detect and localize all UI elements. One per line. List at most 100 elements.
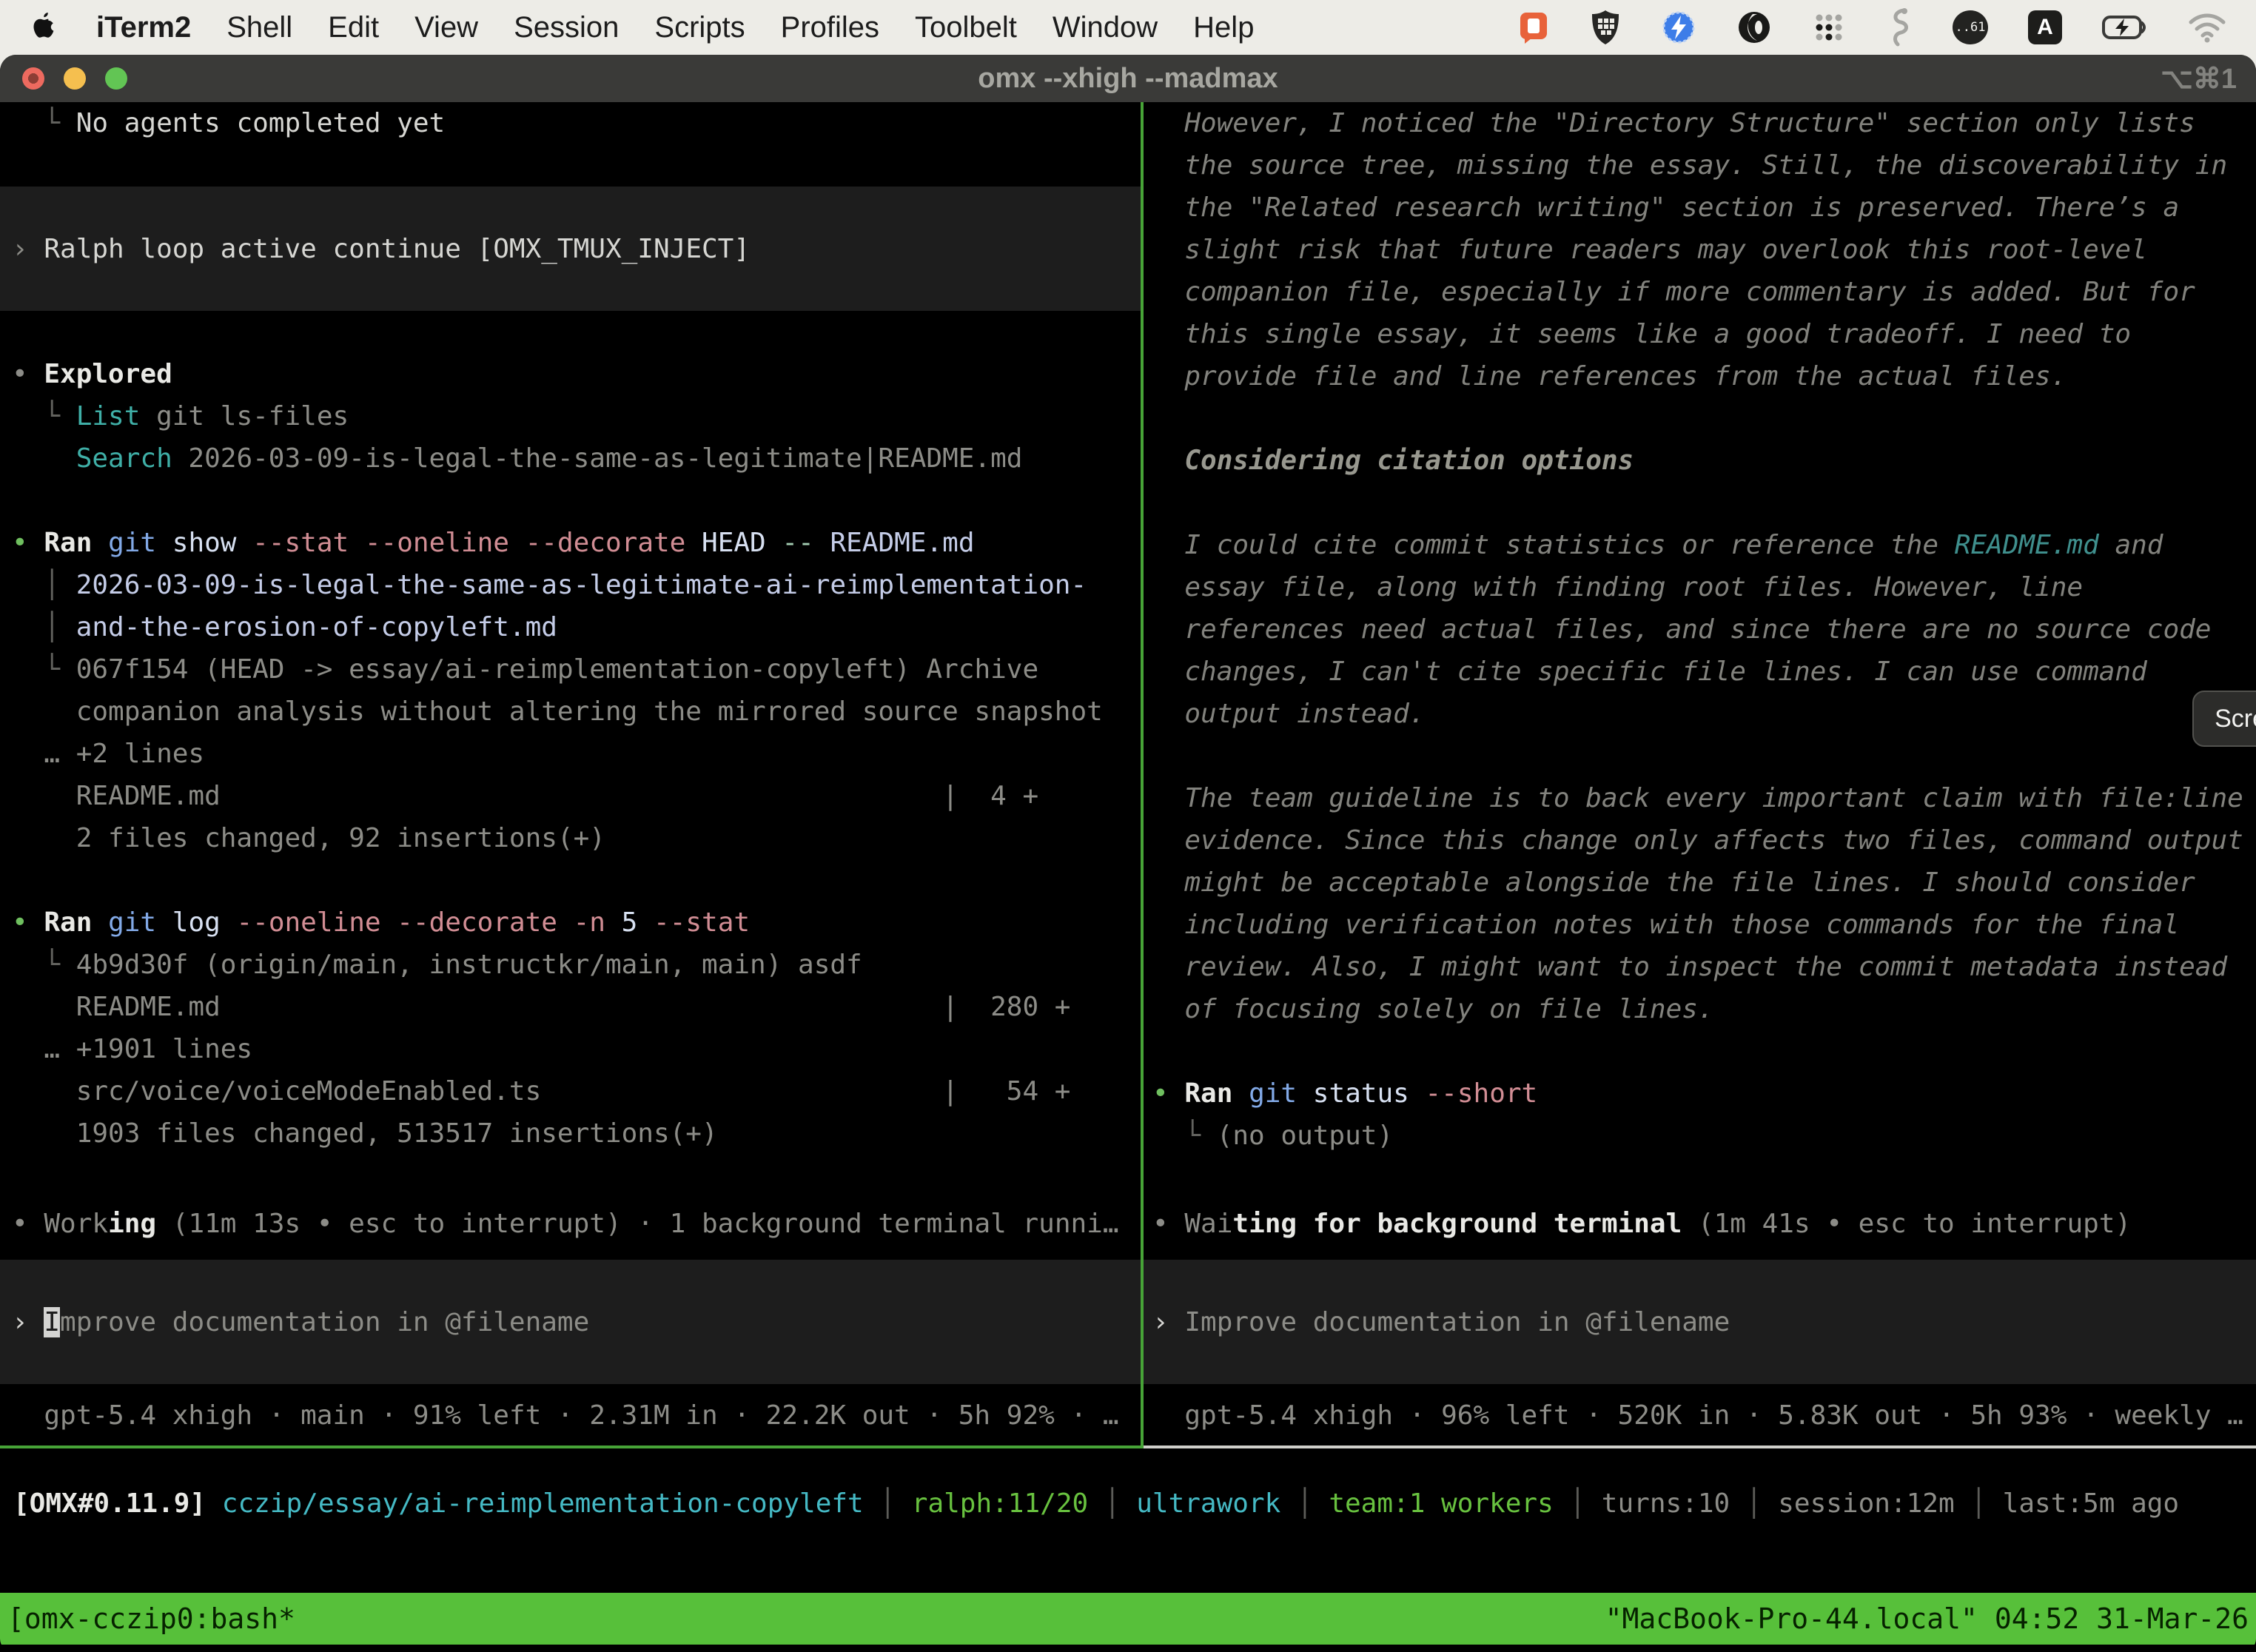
terminal-row: essay file, along with finding root file… [1144,566,2256,608]
terminal-row: including verification notes with those … [1144,904,2256,946]
screenshot-icon[interactable] [1517,10,1550,45]
terminal-row: └ (no output) [1144,1115,2256,1157]
bolt-badge-icon[interactable] [1661,10,1696,45]
terminal-row: … +2 lines [0,733,1141,775]
terminal-row: • Ran git status --short [1144,1072,2256,1115]
terminal-row: README.md | 4 + [0,775,1141,817]
terminal-row [1144,397,2256,440]
terminal-row: • Ran git show --stat --oneline --decora… [0,522,1141,564]
tmux-host-clock: "MacBook-Pro-44.local" 04:52 31-Mar-26 [1605,1602,2249,1635]
menu-item-help[interactable]: Help [1193,11,1254,44]
iterm-window: omx --xhigh --madmax ⌥⌘1 └ No agents com… [0,55,2256,1652]
terminal-row: Considering citation options [1144,440,2256,482]
terminal-row: companion analysis without altering the … [0,691,1141,733]
menu-item-profiles[interactable]: Profiles [781,11,879,44]
title-bar: omx --xhigh --madmax ⌥⌘1 [0,55,2256,102]
terminal-row: The team guideline is to back every impo… [1144,777,2256,819]
left-pane[interactable]: └ No agents completed yet › Ralph loop a… [0,102,1141,1446]
terminal-row: • Working (11m 13s • esc to interrupt) ·… [0,1203,1141,1245]
right-pane[interactable]: However, I noticed the "Directory Struct… [1144,102,2256,1446]
terminal-row: might be acceptable alongside the file l… [1144,862,2256,904]
dots-grid-icon[interactable] [1812,10,1846,44]
terminal-row: • Waiting for background terminal (1m 41… [1144,1203,2256,1245]
screen-tooltip-label: Scre [2215,705,2256,733]
terminal-row [0,480,1141,522]
right-pane-output: However, I noticed the "Directory Struct… [1144,102,2256,1157]
terminal-row: │ and-the-erosion-of-copyleft.md [0,606,1141,648]
status-icons: ..61 A [1517,7,2226,47]
terminal-row: However, I noticed the "Directory Struct… [1144,102,2256,144]
omx-status-bar: [OMX#0.11.9] cczip/essay/ai-reimplementa… [0,1448,2256,1525]
input-source-label: A [2037,15,2053,40]
terminal-row: 2 files changed, 92 insertions(+) [0,817,1141,859]
menu-item-scripts[interactable]: Scripts [654,11,745,44]
menu-item-shell[interactable]: Shell [226,11,292,44]
terminal-row: output instead. [1144,693,2256,735]
terminal-row [1144,482,2256,524]
input-source-icon[interactable]: A [2028,10,2062,44]
battery-icon[interactable] [2102,11,2148,44]
terminal-row: … +1901 lines [0,1028,1141,1070]
terminal-row: └ List git ls-files [0,395,1141,437]
menu-item-view[interactable]: View [414,11,478,44]
terminal-row [1144,1030,2256,1072]
tmux-status-bar: [omx-cczip0:bash* "MacBook-Pro-44.local"… [0,1593,2256,1645]
terminal-row: └ 067f154 (HEAD -> essay/ai-reimplementa… [0,648,1141,691]
terminal-row: of focusing solely on file lines. [1144,988,2256,1030]
coin-badge-label: ..61 [1955,20,1986,35]
terminal-row: • Ran git log --oneline --decorate -n 5 … [0,901,1141,944]
window-title: omx --xhigh --madmax [0,63,2256,95]
terminal-row: evidence. Since this change only affects… [1144,819,2256,862]
terminal-row: this single essay, it seems like a good … [1144,313,2256,355]
terminal-row: companion file, especially if more comme… [1144,271,2256,313]
terminal-area: └ No agents completed yet › Ralph loop a… [0,102,2256,1446]
prompt-input[interactable]: › Improve documentation in @filename [1144,1260,2256,1384]
active-pane-border [0,1446,1144,1448]
menu-item-app[interactable]: iTerm2 [96,11,191,44]
menu-item-edit[interactable]: Edit [328,11,379,44]
terminal-row: › Ralph loop active continue [OMX_TMUX_I… [0,228,1141,270]
terminal-row: changes, I can't cite specific file line… [1144,651,2256,693]
terminal-row: provide file and line references from th… [1144,355,2256,397]
screen-tooltip: Scre [2192,691,2256,747]
screen: iTerm2 Shell Edit View Session Scripts P… [0,0,2256,55]
apple-menu-icon[interactable] [30,11,59,44]
terminal-row: └ No agents completed yet [0,102,1141,144]
terminal-row: • Explored [0,353,1141,395]
coin-badge-icon[interactable]: ..61 [1953,10,1988,44]
terminal-row: └ 4b9d30f (origin/main, instructkr/main,… [0,944,1141,986]
terminal-row: src/voice/voiceModeEnabled.ts | 54 + [0,1070,1141,1112]
terminal-row: › Improve documentation in @filename [0,1301,1141,1343]
wifi-icon[interactable] [2188,12,2226,43]
terminal-row [0,859,1141,901]
terminal-row: gpt-5.4 xhigh · main · 91% left · 2.31M … [0,1394,1141,1437]
menu-item-session[interactable]: Session [514,11,619,44]
terminal-row: Search 2026-03-09-is-legal-the-same-as-l… [0,437,1141,480]
terminal-row: I could cite commit statistics or refere… [1144,524,2256,566]
terminal-row: references need actual files, and since … [1144,608,2256,651]
shield-grid-icon[interactable] [1590,9,1621,46]
terminal-row: the source tree, missing the essay. Stil… [1144,144,2256,187]
terminal-row: gpt-5.4 xhigh · 96% left · 520K in · 5.8… [1144,1394,2256,1437]
pane-bottom-border [0,1446,2256,1448]
terminal-row: slight risk that future readers may over… [1144,229,2256,271]
left-pane-bottom: • Working (11m 13s • esc to interrupt) ·… [0,1203,1141,1446]
prompt-input[interactable]: › Improve documentation in @filename [0,1260,1141,1384]
left-pane-output: └ No agents completed yet › Ralph loop a… [0,102,1141,1155]
squiggle-icon[interactable] [1886,7,1913,47]
prompt-input[interactable]: › Ralph loop active continue [OMX_TMUX_I… [0,187,1141,311]
terminal-row [0,144,1141,187]
menu-item-window[interactable]: Window [1053,11,1158,44]
terminal-row: the "Related research writing" section i… [1144,187,2256,229]
menu-item-toolbelt[interactable]: Toolbelt [915,11,1017,44]
tmux-session-label[interactable]: [omx-cczip0:bash* [7,1602,295,1635]
terminal-row: 1903 files changed, 513517 insertions(+) [0,1112,1141,1155]
terminal-row: README.md | 280 + [0,986,1141,1028]
terminal-row: review. Also, I might want to inspect th… [1144,946,2256,988]
right-pane-bottom: • Waiting for background terminal (1m 41… [1144,1203,2256,1446]
terminal-row [0,311,1141,353]
moon-icon[interactable] [1736,10,1772,45]
terminal-row: › Improve documentation in @filename [1144,1301,2256,1343]
inactive-pane-border [1144,1446,2256,1448]
menu-bar: iTerm2 Shell Edit View Session Scripts P… [0,0,2256,55]
